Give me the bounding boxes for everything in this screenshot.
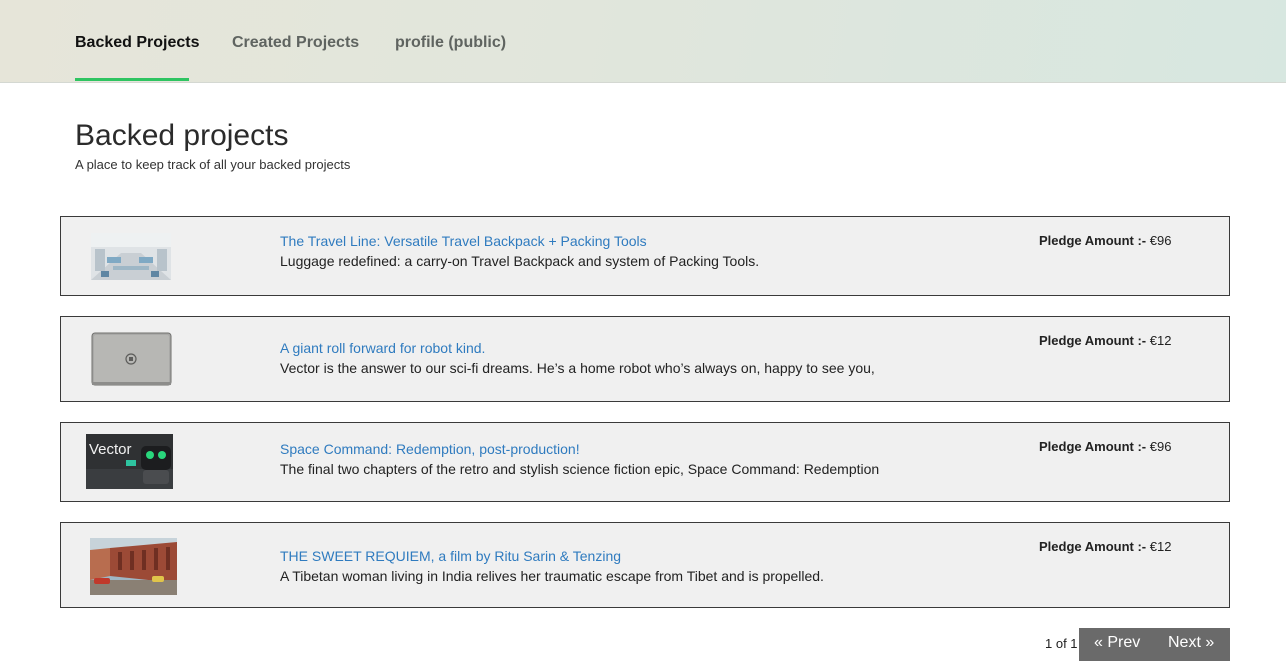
project-card: The Travel Line: Versatile Travel Backpa… <box>60 216 1230 296</box>
prev-page-button[interactable]: « Prev <box>1094 634 1140 652</box>
project-description: Vector is the answer to our sci-fi dream… <box>280 360 875 376</box>
next-page-button[interactable]: Next » <box>1168 634 1214 652</box>
project-card: THE SWEET REQUIEM, a film by Ritu Sarin … <box>60 522 1230 608</box>
pledge-amount: Pledge Amount :- €12 <box>1039 333 1171 348</box>
project-thumbnail[interactable]: Vector <box>86 434 173 489</box>
pledge-value: €96 <box>1149 233 1172 248</box>
pledge-label: Pledge Amount :- <box>1039 233 1147 248</box>
project-thumbnail[interactable] <box>91 233 171 280</box>
pledge-value: €96 <box>1149 439 1172 454</box>
pledge-label: Pledge Amount :- <box>1039 539 1147 554</box>
pledge-amount: Pledge Amount :- €12 <box>1039 539 1171 554</box>
thumbnail-vector-text: Vector <box>89 441 132 458</box>
pledge-label: Pledge Amount :- <box>1039 333 1147 348</box>
tab-profile-public[interactable]: profile (public) <box>395 34 506 81</box>
project-title-link[interactable]: Space Command: Redemption, post-producti… <box>280 441 580 457</box>
project-card: Vector Space Command: Redemption, post-p… <box>60 422 1230 502</box>
project-card: A giant roll forward for robot kind. Vec… <box>60 316 1230 402</box>
laptop-photo <box>91 332 172 387</box>
project-description: A Tibetan woman living in India relives … <box>280 568 824 584</box>
vector-robot-photo: Vector <box>86 434 173 489</box>
pledge-amount: Pledge Amount :- €96 <box>1039 233 1171 248</box>
project-thumbnail[interactable] <box>91 332 172 387</box>
tab-backed-projects[interactable]: Backed Projects <box>75 34 200 81</box>
pledge-value: €12 <box>1149 333 1172 348</box>
project-title-link[interactable]: THE SWEET REQUIEM, a film by Ritu Sarin … <box>280 548 621 564</box>
project-description: Luggage redefined: a carry-on Travel Bac… <box>280 253 760 269</box>
project-description: The final two chapters of the retro and … <box>280 461 880 477</box>
street-film-still-photo <box>90 538 177 595</box>
pledge-amount: Pledge Amount :- €96 <box>1039 439 1171 454</box>
page-title: Backed projects <box>75 119 289 152</box>
project-title-link[interactable]: The Travel Line: Versatile Travel Backpa… <box>280 233 647 249</box>
pagination-status: 1 of 1 <box>1045 636 1078 651</box>
page-subtitle: A place to keep track of all your backed… <box>75 157 351 172</box>
pledge-label: Pledge Amount :- <box>1039 439 1147 454</box>
top-navigation: Backed Projects Created Projects profile… <box>0 0 1286 83</box>
tab-created-projects[interactable]: Created Projects <box>232 34 359 81</box>
office-interior-photo <box>91 233 171 280</box>
project-thumbnail[interactable] <box>90 538 177 595</box>
pledge-value: €12 <box>1149 539 1172 554</box>
project-title-link[interactable]: A giant roll forward for robot kind. <box>280 340 485 356</box>
